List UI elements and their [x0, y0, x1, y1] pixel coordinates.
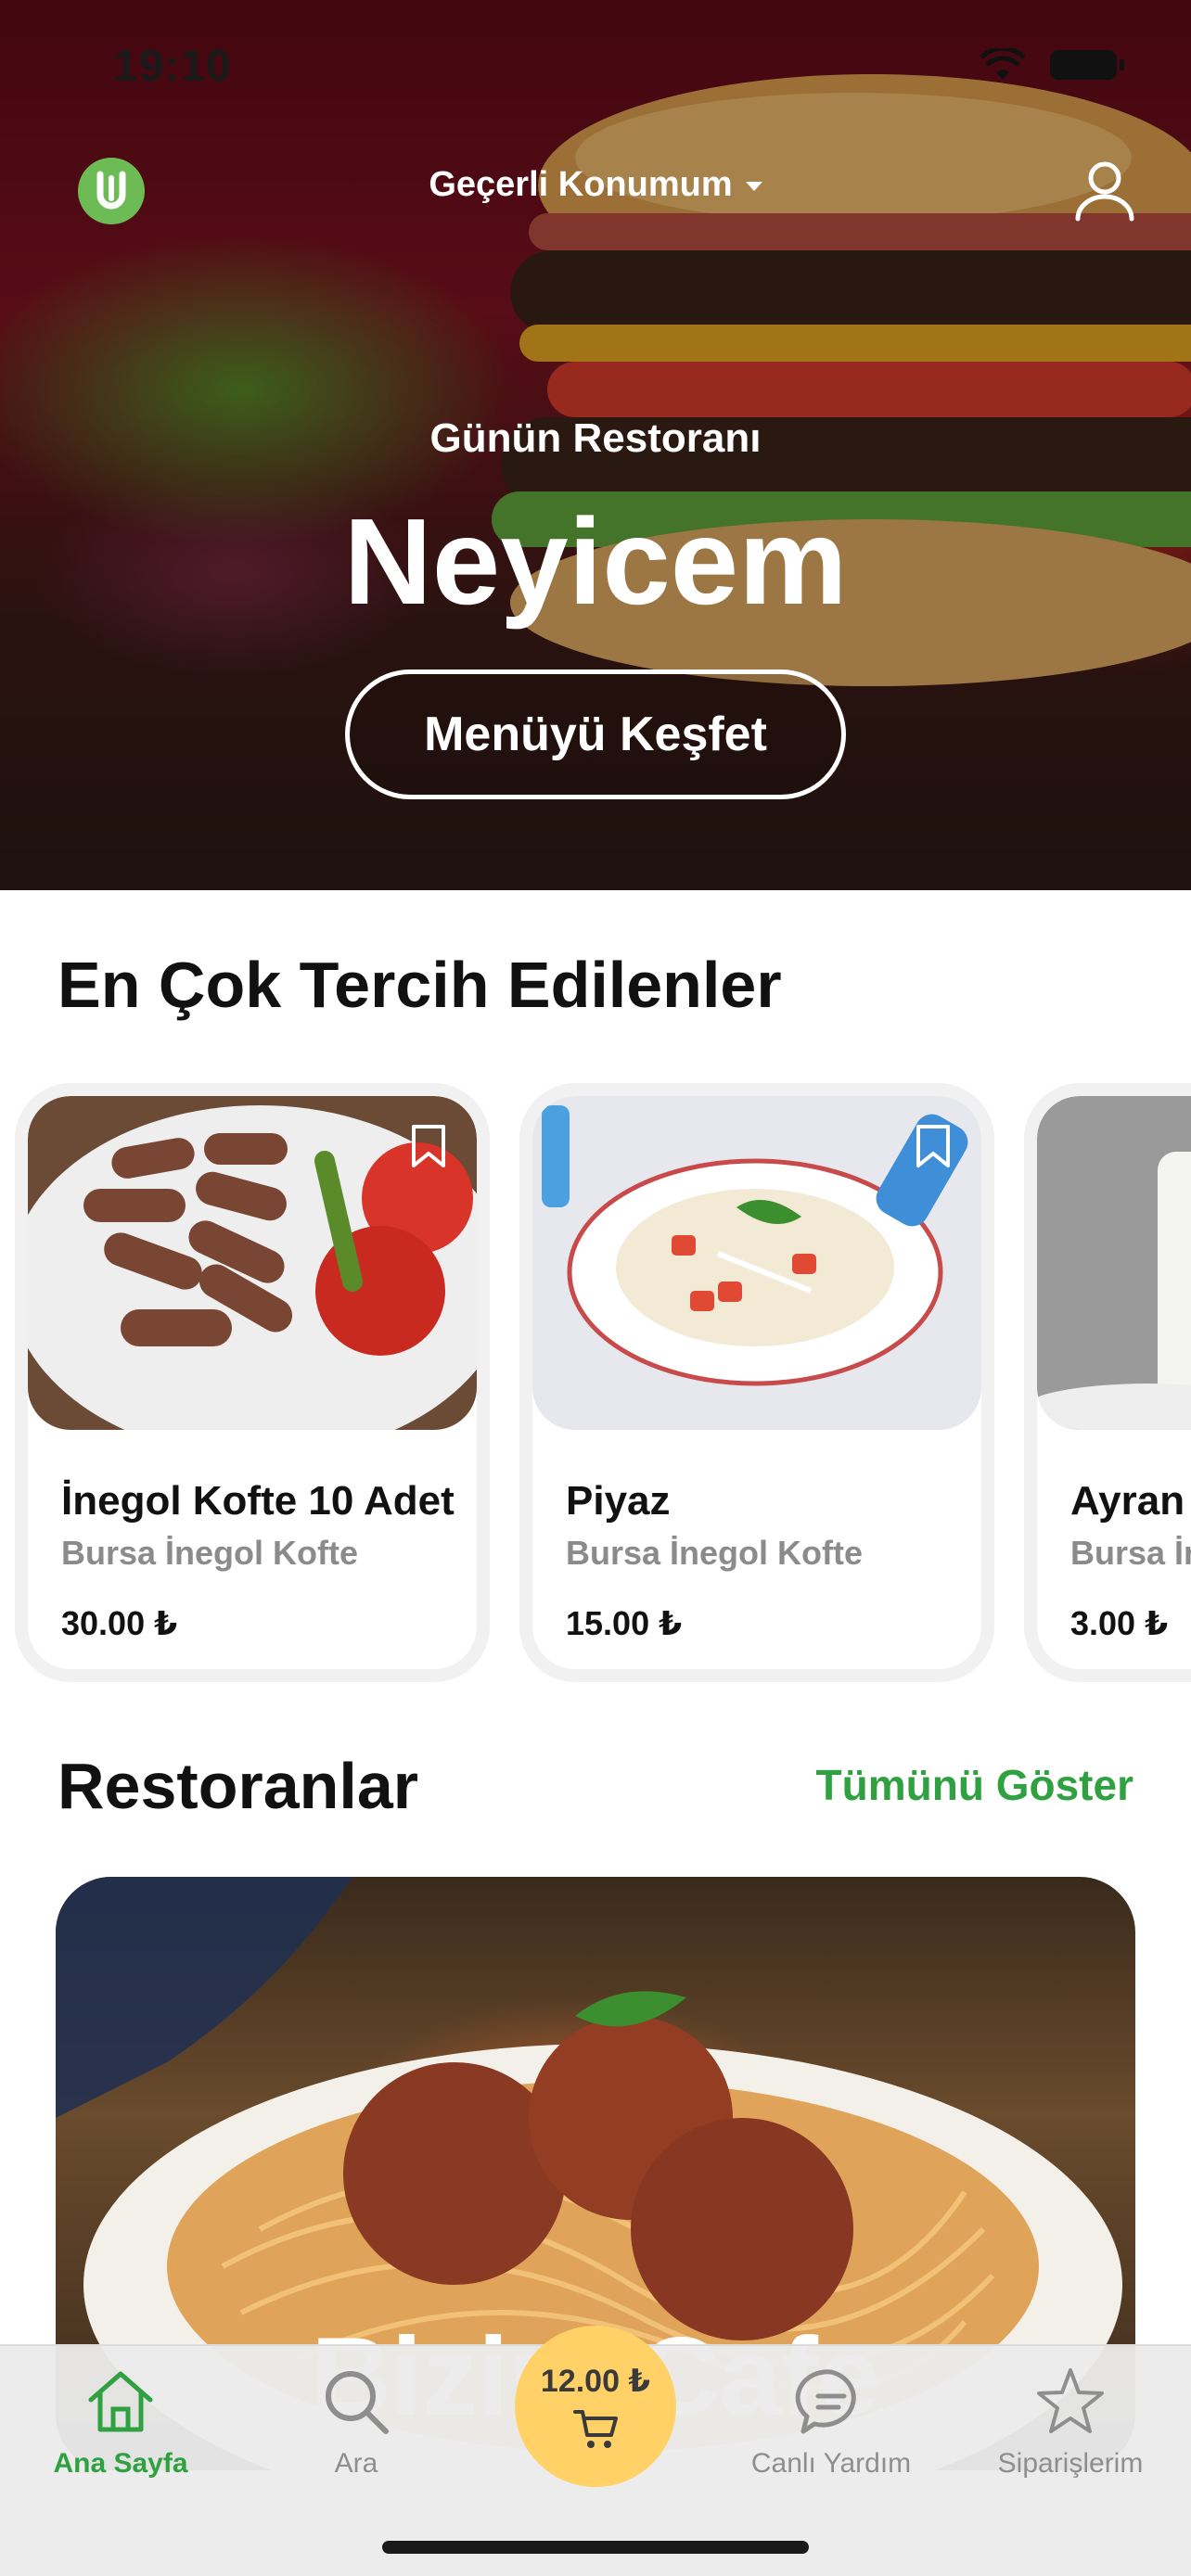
status-time: 19:10	[113, 42, 232, 91]
popular-carousel[interactable]: İnegol Kofte 10 Adet Bursa İnegol Kofte …	[15, 1083, 1191, 1686]
product-name: İnegol Kofte 10 Adet	[61, 1478, 455, 1524]
product-price: 30.00 ₺	[61, 1604, 178, 1642]
user-icon[interactable]	[1072, 158, 1137, 223]
home-indicator	[382, 2541, 809, 2554]
bookmark-icon[interactable]	[410, 1124, 447, 1168]
cart-total: 12.00 ₺	[540, 2364, 651, 2399]
status-icons	[980, 48, 1124, 82]
explore-menu-button[interactable]: Menüyü Keşfet	[345, 670, 846, 799]
popular-section-title: En Çok Tercih Edilenler	[58, 949, 782, 1021]
product-image	[1037, 1096, 1191, 1430]
bookmark-icon[interactable]	[915, 1124, 952, 1168]
tab-home-label: Ana Sayfa	[53, 2448, 188, 2479]
restaurants-section-title: Restoranlar	[58, 1750, 419, 1822]
product-price: 3.00 ₺	[1070, 1604, 1169, 1642]
product-restaurant: Bursa İnegol Kofte	[566, 1534, 864, 1572]
home-icon	[88, 2371, 153, 2432]
product-name: Ayran	[1070, 1478, 1185, 1524]
search-icon	[326, 2371, 389, 2434]
tab-home[interactable]: Ana Sayfa	[19, 2346, 223, 2513]
caret-down-icon	[745, 181, 762, 191]
chat-icon	[795, 2369, 856, 2434]
tab-live-support-label: Canlı Yardım	[750, 2448, 912, 2479]
cart-button[interactable]: 12.00 ₺	[515, 2326, 676, 2487]
hero-subtitle: Günün Restoranı	[429, 415, 762, 461]
tab-orders[interactable]: Siparişlerim	[968, 2346, 1172, 2513]
product-restaurant: Bursa İnegol Kofte	[61, 1534, 359, 1572]
cart-icon	[573, 2410, 618, 2448]
product-card[interactable]: Piyaz Bursa İnegol Kofte 15.00 ₺	[519, 1083, 994, 1682]
tab-search[interactable]: Ara	[254, 2346, 458, 2513]
location-label: Geçerli Konumum	[429, 165, 733, 204]
battery-icon	[1050, 50, 1124, 80]
wifi-icon	[980, 48, 1026, 80]
tab-live-support[interactable]: Canlı Yardım	[729, 2346, 933, 2513]
star-icon	[1037, 2368, 1104, 2433]
product-card[interactable]: İnegol Kofte 10 Adet Bursa İnegol Kofte …	[15, 1083, 490, 1682]
tab-orders-label: Siparişlerim	[997, 2448, 1144, 2479]
product-card[interactable]: Ayran Bursa İnegol Kofte 3.00 ₺	[1024, 1083, 1191, 1682]
product-name: Piyaz	[566, 1478, 671, 1524]
product-restaurant: Bursa İnegol Kofte	[1070, 1534, 1191, 1572]
see-all-link[interactable]: Tümünü Göster	[816, 1760, 1133, 1810]
hero-restaurant-name: Neyicem	[343, 493, 848, 630]
location-selector[interactable]: Geçerli Konumum	[0, 165, 1191, 205]
product-price: 15.00 ₺	[566, 1604, 683, 1642]
tab-search-label: Ara	[334, 2448, 378, 2479]
